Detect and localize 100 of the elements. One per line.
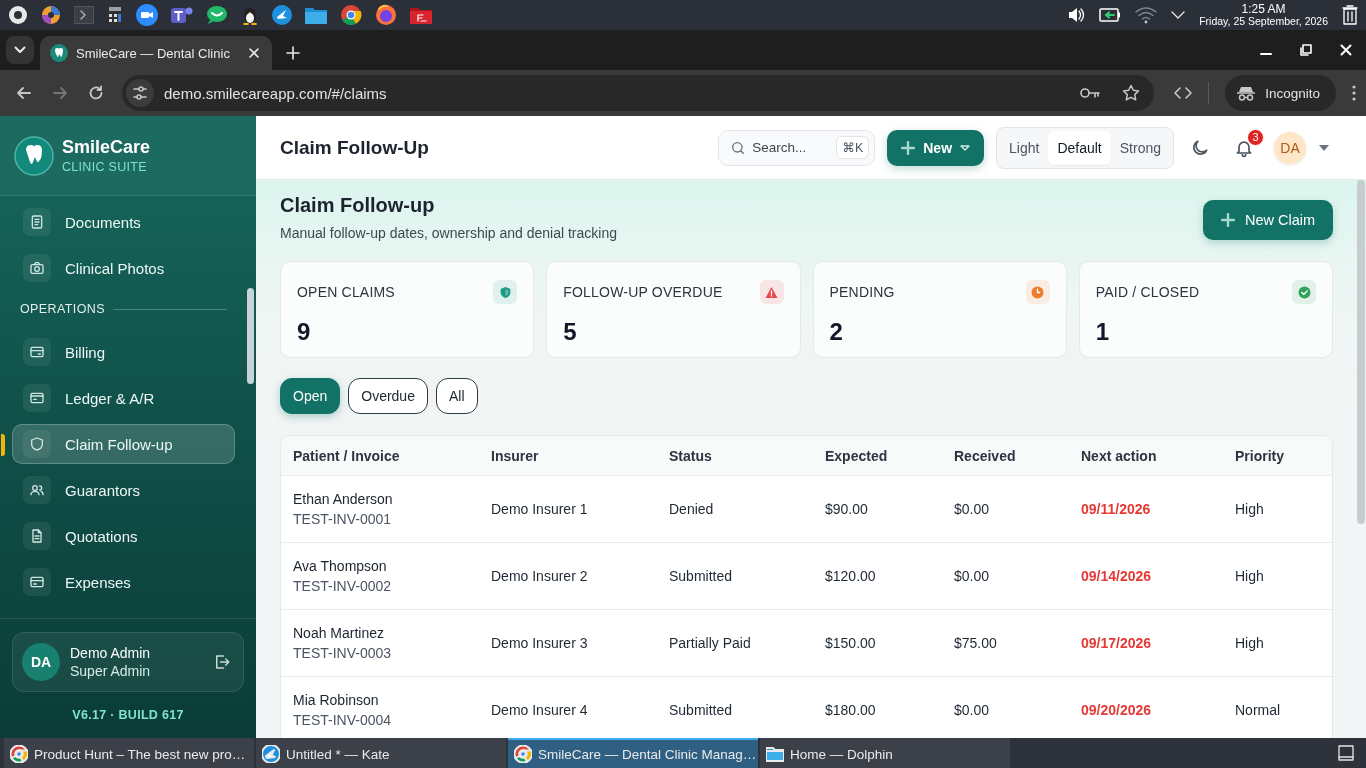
- calculator-icon[interactable]: [107, 5, 123, 25]
- caret-icon[interactable]: [1318, 143, 1330, 152]
- scrollbar[interactable]: [247, 288, 254, 384]
- bird-icon[interactable]: [272, 5, 292, 25]
- plus-icon: [901, 140, 916, 155]
- new-tab-icon[interactable]: [286, 46, 300, 60]
- trash-icon[interactable]: [1342, 5, 1358, 25]
- incognito-icon: [1237, 85, 1256, 101]
- column-header: Priority: [1235, 447, 1285, 464]
- card-icon: [29, 574, 45, 590]
- density-option[interactable]: Default: [1048, 130, 1111, 165]
- folder-icon[interactable]: [305, 6, 327, 24]
- address-bar[interactable]: demo.smilecareapp.com/#/claims: [122, 75, 1155, 111]
- user-name: Demo Admin: [70, 645, 152, 661]
- nav-item[interactable]: Quotations: [12, 516, 235, 556]
- volume-icon[interactable]: [1067, 6, 1086, 24]
- new-claim-button[interactable]: New Claim: [1202, 200, 1333, 240]
- column-header: Expected: [825, 447, 889, 464]
- next-action-date: 09/20/2026: [1081, 702, 1153, 718]
- table-cell-text: Demo Insurer 2: [491, 568, 589, 584]
- user-avatar[interactable]: DA: [1274, 131, 1306, 164]
- filter-chip[interactable]: All: [435, 378, 478, 414]
- browser-icon[interactable]: [340, 4, 362, 26]
- incognito-button[interactable]: Incognito: [1225, 75, 1336, 111]
- stat-label: PENDING: [829, 284, 895, 300]
- file-transfer-icon[interactable]: [410, 6, 432, 24]
- table-cell-text: Demo Insurer 3: [491, 635, 589, 651]
- video-camera-icon[interactable]: [136, 4, 158, 26]
- site-settings-icon[interactable]: [126, 79, 154, 107]
- table-cell-text: High: [1235, 501, 1265, 517]
- chat-bubble-icon[interactable]: [206, 5, 228, 25]
- nav-item[interactable]: Clinical Photos: [12, 248, 235, 288]
- nav-item[interactable]: Guarantors: [12, 470, 235, 510]
- more-icon[interactable]: [1352, 85, 1356, 101]
- fox-globe-icon[interactable]: [375, 4, 397, 26]
- tooth-logo-icon: [14, 135, 54, 176]
- stat-value: 9: [297, 318, 312, 346]
- table-cell-text: Normal: [1235, 702, 1282, 718]
- table-cell-text: $90.00: [825, 501, 869, 517]
- taskbar-item[interactable]: Product Hunt – The best new pro…: [4, 738, 254, 768]
- plus-icon: [1220, 213, 1235, 227]
- chevron-down-icon[interactable]: [1171, 10, 1186, 20]
- key-icon[interactable]: [1080, 87, 1101, 99]
- next-action-date: 09/14/2026: [1081, 568, 1153, 584]
- reload-icon[interactable]: [88, 85, 104, 101]
- new-button[interactable]: New: [887, 129, 985, 166]
- restore-icon[interactable]: [1300, 44, 1312, 56]
- search-field[interactable]: Search... ⌘K: [718, 129, 876, 166]
- star-icon[interactable]: [1122, 84, 1141, 102]
- aperture-icon[interactable]: [41, 5, 61, 25]
- density-option[interactable]: Light: [1000, 130, 1049, 165]
- column-header: Received: [954, 447, 1017, 464]
- patient-name: Noah Martinez: [293, 625, 386, 641]
- terminal-icon[interactable]: [74, 6, 94, 24]
- taskbar-item[interactable]: Untitled * — Kate: [256, 738, 506, 768]
- back-icon[interactable]: [16, 85, 32, 101]
- wallet-icon: [29, 390, 45, 406]
- taskbar-item[interactable]: Home — Dolphin: [760, 738, 1010, 768]
- app-menu-icon[interactable]: [8, 5, 28, 25]
- invoice-number: TEST-INV-0003: [293, 645, 393, 661]
- team-chat-icon[interactable]: [171, 5, 193, 25]
- search-input[interactable]: Search...: [752, 140, 819, 155]
- nav-item[interactable]: Billing: [12, 332, 235, 372]
- battery-icon[interactable]: [1099, 8, 1122, 22]
- user-card[interactable]: DA Demo Admin Super Admin: [12, 632, 244, 692]
- browser-icon: [514, 745, 532, 763]
- nav-item[interactable]: Ledger & A/R: [12, 378, 235, 418]
- version-label: V6.17 · BUILD 617: [71, 708, 185, 722]
- nav-item[interactable]: Documents: [12, 202, 235, 242]
- filter-chip[interactable]: Overdue: [348, 378, 428, 414]
- next-action-date: 09/17/2026: [1081, 635, 1153, 651]
- users-icon: [29, 482, 45, 498]
- table-cell-text: Partially Paid: [669, 635, 752, 651]
- table-cell-text: $150.00: [825, 635, 877, 651]
- code-icon[interactable]: [1174, 86, 1193, 100]
- taskbar-item[interactable]: SmileCare — Dental Clinic Manag…: [508, 738, 758, 768]
- invoice-number: TEST-INV-0002: [293, 578, 393, 594]
- wifi-icon[interactable]: [1135, 6, 1158, 24]
- stat-label: OPEN CLAIMS: [297, 284, 395, 300]
- logout-icon[interactable]: [213, 653, 231, 671]
- density-option[interactable]: Strong: [1110, 130, 1170, 165]
- scrollbar[interactable]: [1357, 180, 1365, 524]
- camera-icon: [29, 260, 45, 276]
- table-cell-text: $75.00: [954, 635, 998, 651]
- penguin-icon[interactable]: [241, 5, 259, 25]
- next-action-date: 09/11/2026: [1081, 501, 1152, 517]
- tooth-icon: [50, 44, 68, 62]
- active-indicator: [1, 434, 5, 456]
- browser-tab[interactable]: SmileCare — Dental Clinic: [40, 36, 272, 70]
- table-cell-text: Demo Insurer 1: [491, 501, 589, 517]
- show-desktop-icon[interactable]: [1338, 745, 1354, 761]
- table-cell-text: $0.00: [954, 568, 991, 584]
- close-icon[interactable]: [248, 47, 260, 59]
- column-header: Patient / Invoice: [293, 447, 401, 464]
- clock-time: 1:25 AM: [1240, 3, 1287, 16]
- patient-name: Mia Robinson: [293, 692, 380, 708]
- nav-item[interactable]: Expenses: [12, 562, 235, 602]
- tab-list-button[interactable]: [6, 36, 34, 64]
- filter-chip[interactable]: Open: [280, 378, 341, 414]
- table-cell-text: $0.00: [954, 702, 991, 718]
